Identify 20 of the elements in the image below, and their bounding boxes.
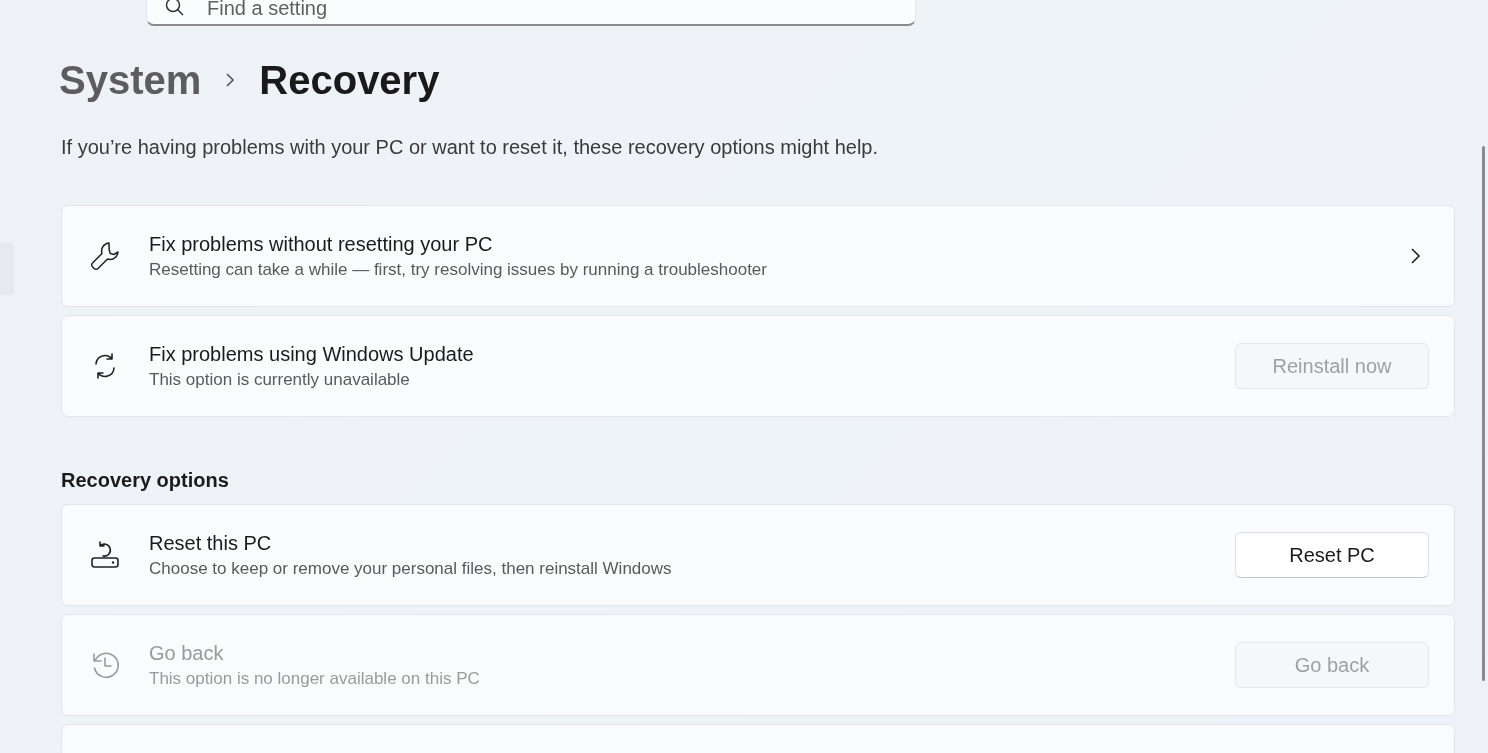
scrollbar[interactable]: [1482, 146, 1485, 681]
card-title: Go back: [149, 641, 225, 665]
card-title: Reset this PC: [149, 531, 273, 555]
card-subtitle: This option is no longer available on this PC: [149, 668, 481, 689]
search-field[interactable]: Find a setting: [146, 0, 916, 26]
chevron-right-icon: [1409, 246, 1423, 266]
card-title: Fix problems without resetting your PC: [149, 232, 494, 256]
page-description: If you’re having problems with your PC or want to reset it, these recovery options might help.: [61, 136, 880, 159]
card-subtitle: Resetting can take a while — first, try resolving issues by running a troubleshooter: [149, 259, 768, 280]
wrench-icon: [88, 239, 122, 273]
card-subtitle: Choose to keep or remove your personal files, then reinstall Windows: [149, 558, 673, 579]
card-subtitle: This option is currently unavailable: [149, 369, 411, 390]
page-title: Recovery: [259, 57, 440, 103]
action-button[interactable]: Reset PC: [1235, 532, 1429, 578]
settings-card[interactable]: Reset this PC Choose to keep or remove your personal files, then reinstall Windows Reset PC: [61, 504, 1455, 606]
section-heading: Recovery options: [61, 469, 230, 492]
card-title: Fix problems using Windows Update: [149, 342, 475, 366]
search-icon: [164, 0, 186, 18]
settings-card[interactable]: Fix problems without resetting your PC Resetting can take a while — first, try resolving issues by running a troubleshooter: [61, 205, 1455, 307]
breadcrumb-parent[interactable]: System: [59, 57, 202, 103]
